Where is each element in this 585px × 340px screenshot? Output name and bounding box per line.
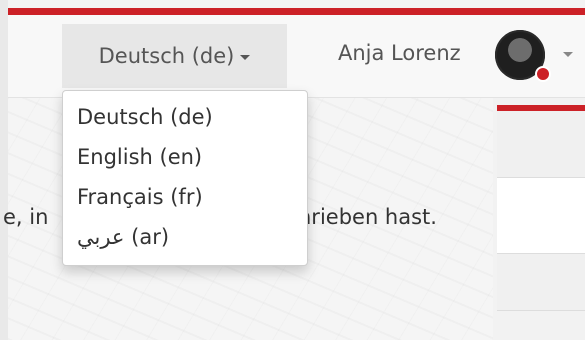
language-toggle-label: Deutsch (de) — [98, 44, 235, 68]
language-option-en[interactable]: English (en) — [63, 137, 307, 177]
language-option-de[interactable]: Deutsch (de) — [63, 97, 307, 137]
brand-top-bar — [8, 8, 585, 15]
user-menu-caret-icon[interactable] — [563, 52, 573, 57]
language-option-fr[interactable]: Français (fr) — [63, 177, 307, 217]
language-dropdown-toggle[interactable]: Deutsch (de) — [62, 24, 287, 88]
language-option-ar[interactable]: عربي (ar) — [63, 217, 307, 257]
right-panel-section — [497, 254, 585, 311]
right-panel-section — [497, 111, 585, 178]
language-dropdown-menu: Deutsch (de) English (en) Français (fr) … — [62, 90, 308, 266]
notification-badge-icon — [535, 66, 551, 82]
left-edge — [0, 0, 8, 340]
body-text-fragment: e, in — [3, 205, 49, 229]
user-name[interactable]: Anja Lorenz — [338, 41, 461, 65]
right-panel-section — [497, 178, 585, 254]
caret-down-icon — [240, 54, 251, 60]
body-text-fragment: hrieben hast. — [298, 205, 437, 229]
